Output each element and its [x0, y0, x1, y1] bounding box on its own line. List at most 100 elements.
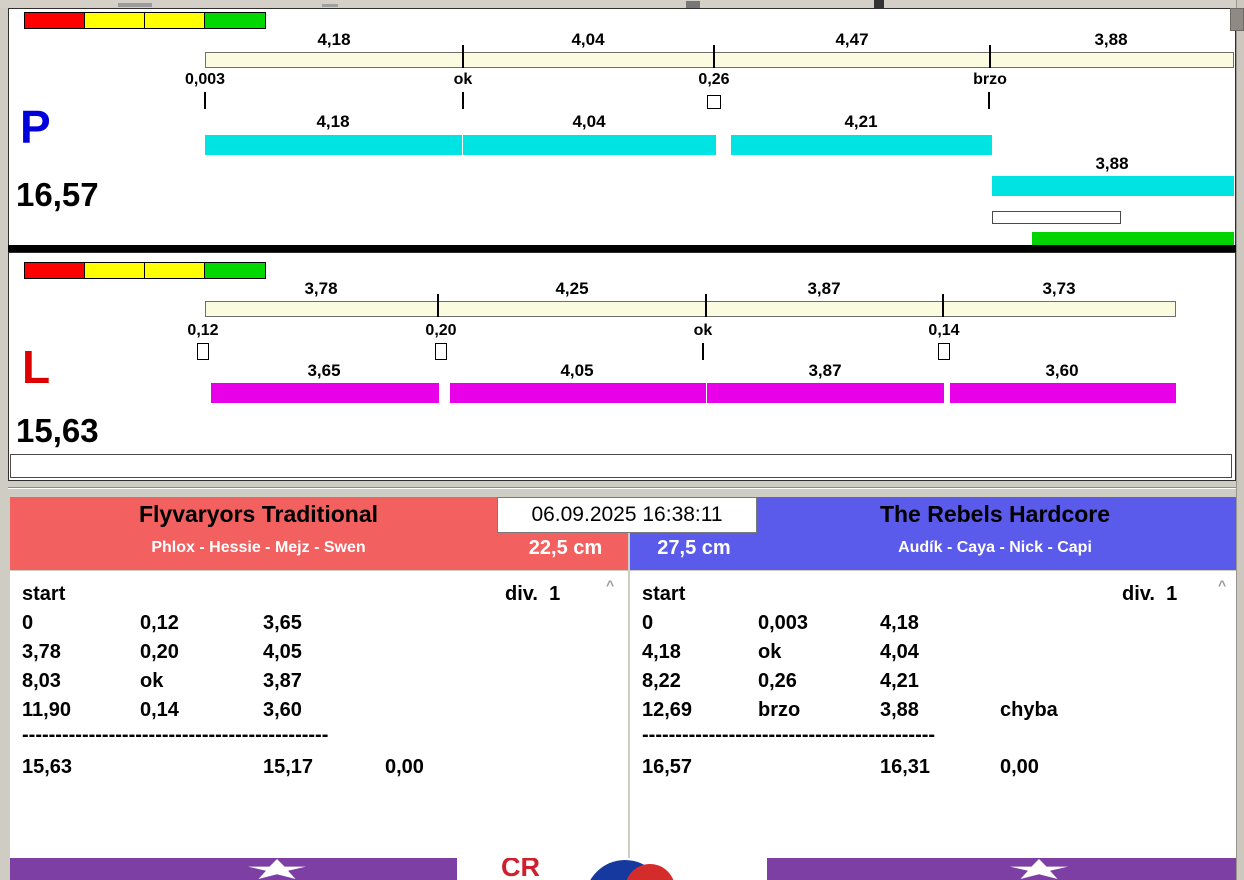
results-header-row: start div. 1 [10, 582, 628, 608]
lane-l-split-time: 3,73 [1042, 279, 1076, 298]
lane-p-pending-bar [992, 211, 1121, 224]
left-team-dogs: Phlox - Hessie - Mejz - Swen [151, 539, 366, 556]
result-cell: 0,26 [758, 670, 797, 692]
totals-row: 15,63 15,17 0,00 [10, 755, 628, 781]
lane-l-run-time: 3,87 [808, 361, 842, 380]
traffic-light-red-cell [25, 263, 85, 278]
total-cell: 16,57 [642, 756, 693, 778]
clipped-toolbar-fragment [686, 1, 700, 8]
traffic-light-red-cell [25, 13, 85, 28]
flyball-timing-screen: 4,18 4,04 4,47 3,88 0,003 ok 0,26 brzo P… [0, 0, 1244, 880]
lane-l-run-bar-4 [950, 383, 1176, 403]
result-cell: 3,78 [22, 641, 61, 663]
result-cell: 3,88 [880, 699, 919, 721]
result-row: 3,78 0,20 4,05 [10, 640, 628, 666]
lane-p-letter: P [20, 101, 51, 153]
fault-checkbox[interactable] [707, 95, 721, 109]
fault-checkbox[interactable] [197, 343, 209, 360]
lane-p-crossing-mark: ok [453, 71, 473, 88]
fault-checkbox[interactable] [938, 343, 950, 360]
crossing-tick [462, 92, 464, 109]
sponsor-banner: CR [10, 858, 1236, 880]
crossing-tick [204, 92, 206, 109]
lane-l-run-bar-2 [450, 383, 706, 403]
lane-l-traffic-light [24, 262, 266, 279]
result-cell: 0,12 [140, 612, 179, 634]
result-cell: 12,69 [642, 699, 693, 721]
lane-p-split-time: 4,47 [835, 30, 869, 49]
result-row: 0 0,003 4,18 [630, 611, 1236, 637]
result-row: 8,22 0,26 4,21 [630, 669, 1236, 695]
lane-l-total-time: 15,63 [16, 412, 99, 449]
lane-p-crossing-mark: 0,003 [184, 71, 226, 88]
division-label: div. 1 [505, 583, 561, 605]
total-cell: 15,17 [263, 756, 314, 778]
lane-p-reference-bar [205, 52, 1234, 68]
traffic-light-yellow-cell [145, 263, 205, 278]
total-cell: 15,63 [22, 756, 73, 778]
lane-p-run-time: 4,04 [572, 112, 606, 131]
segment-separator [705, 294, 707, 317]
lane-p-run-bar-2 [463, 135, 716, 155]
right-team-dogs: Audík - Caya - Nick - Capi [898, 539, 1092, 556]
lane-l-run-time: 3,60 [1045, 361, 1079, 380]
lane-l-crossing-mark: 0,12 [187, 322, 219, 339]
total-cell: 0,00 [1000, 756, 1039, 778]
left-team-name: Flyvaryors Traditional [138, 501, 379, 527]
clipped-toolbar-fragment [118, 3, 152, 7]
result-cell: ok [758, 641, 782, 663]
datetime-display: 06.09.2025 16:38:11 [497, 497, 757, 533]
left-team-jump-height: 22,5 cm [528, 537, 603, 559]
lane-l-letter: L [22, 341, 51, 393]
result-cell: 0,003 [758, 612, 809, 634]
result-cell: 0,14 [140, 699, 179, 721]
lane-l-crossing-mark: 0,20 [425, 322, 457, 339]
result-cell: 3,60 [263, 699, 302, 721]
result-cell: 3,65 [263, 612, 302, 634]
lane-p-run-bar-3 [731, 135, 992, 155]
lane-p-run-bar-1 [205, 135, 462, 155]
lane-p-run-time: 4,21 [844, 112, 878, 131]
right-team-name: The Rebels Hardcore [879, 501, 1111, 527]
lane-l-run-time: 4,05 [560, 361, 594, 380]
clipped-toolbar-strip [0, 0, 1244, 8]
segment-separator [437, 294, 439, 317]
separator-row: ----------------------------------------… [630, 723, 1236, 749]
result-cell: chyba [1000, 699, 1058, 721]
lane-p-split-time: 4,18 [317, 30, 351, 49]
result-cell: 4,18 [642, 641, 681, 663]
results-header-row: start div. 1 [630, 582, 1236, 608]
start-label: start [22, 583, 66, 605]
start-label: start [642, 583, 686, 605]
result-row: 11,90 0,14 3,60 [10, 698, 628, 724]
scrollbar-button[interactable] [1230, 8, 1244, 31]
segment-separator [713, 45, 715, 68]
lane-p-total-time: 16,57 [16, 176, 99, 213]
result-cell: 0,20 [140, 641, 179, 663]
separator-row: ----------------------------------------… [10, 723, 628, 749]
result-row: 8,03 ok 3,87 [10, 669, 628, 695]
separator-dashes: ----------------------------------------… [642, 724, 936, 746]
traffic-light-green-cell [205, 13, 265, 28]
segment-separator [462, 45, 464, 68]
lane-l-pending-bar [10, 454, 1232, 478]
lane-p-run-time: 3,88 [1095, 154, 1129, 173]
lane-p-crossing-mark: brzo [973, 71, 1007, 88]
result-cell: ok [140, 670, 164, 692]
division-label: div. 1 [1122, 583, 1178, 605]
separator-dashes: ----------------------------------------… [22, 724, 329, 746]
result-cell: 0 [22, 612, 34, 634]
result-cell: 0 [642, 612, 654, 634]
lane-p-split-time: 3,88 [1094, 30, 1128, 49]
result-row: 4,18 ok 4,04 [630, 640, 1236, 666]
segment-separator [989, 45, 991, 68]
lane-p-traffic-light [24, 12, 266, 29]
result-cell: brzo [758, 699, 801, 721]
clipped-toolbar-fragment [874, 0, 884, 8]
traffic-light-yellow-cell [85, 263, 145, 278]
fault-checkbox[interactable] [435, 343, 447, 360]
result-row: 0 0,12 3,65 [10, 611, 628, 637]
total-cell: 0,00 [385, 756, 424, 778]
clipped-toolbar-fragment [322, 4, 338, 7]
vertical-scrollbar[interactable] [1236, 0, 1244, 880]
